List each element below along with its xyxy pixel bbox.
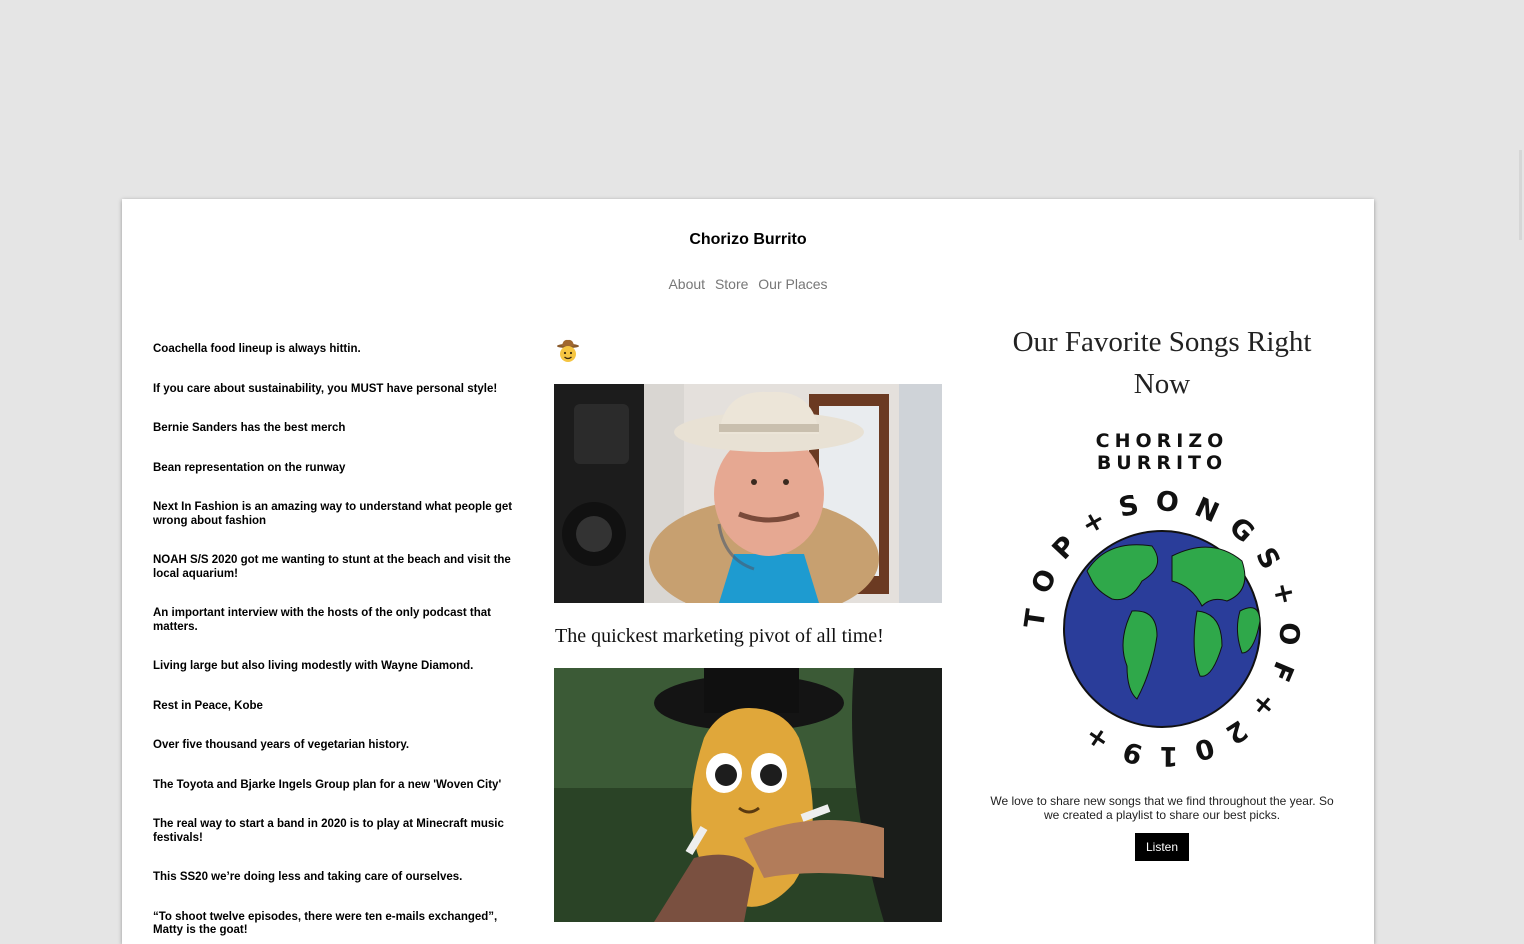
playlist-heading: Our Favorite Songs Right Now [1012,326,1312,400]
playlist-panel: Our Favorite Songs Right Now CHORIZO BUR… [978,321,1346,861]
article-link[interactable]: The real way to start a band in 2020 is … [153,818,513,845]
post-title[interactable]: The quickest marketing pivot of all time… [555,625,942,648]
article-link[interactable]: An important interview with the hosts of… [153,607,513,634]
article-link[interactable]: Rest in Peace, Kobe [153,700,513,714]
post-photo-cowboy[interactable] [554,384,942,603]
article-link[interactable]: This SS20 we’re doing less and taking ca… [153,871,513,885]
playlist-blurb: We love to share new songs that we find … [990,794,1334,822]
article-link[interactable]: The Toyota and Bjarke Ingels Group plan … [153,779,513,793]
article-link[interactable]: Bernie Sanders has the best merch [153,422,513,436]
article-link[interactable]: Bean representation on the runway [153,462,513,476]
nav-about[interactable]: About [668,276,705,292]
article-link[interactable]: Next In Fashion is an amazing way to und… [153,501,513,528]
scrollbar[interactable] [1519,150,1522,240]
cowboy-face-icon [557,339,579,362]
main-nav: About Store Our Places [122,276,1374,292]
article-link[interactable]: If you care about sustainability, you MU… [153,383,513,397]
listen-button[interactable]: Listen [1134,833,1190,861]
article-list: Coachella food lineup is always hittin. … [153,343,513,944]
article-link[interactable]: NOAH S/S 2020 got me wanting to stunt at… [153,554,513,581]
nav-our-places[interactable]: Our Places [758,276,827,292]
cover-brand-line2: BURRITO [1097,452,1227,474]
article-link[interactable]: Over five thousand years of vegetarian h… [153,739,513,753]
playlist-cover-image[interactable]: CHORIZO BURRITO TOP+SONGS+OF+2019+ [1012,421,1312,771]
article-link[interactable]: Coachella food lineup is always hittin. [153,343,513,357]
site-title[interactable]: Chorizo Burrito [122,231,1374,249]
page-card: Chorizo Burrito About Store Our Places C… [122,199,1374,944]
post-photo-peanut[interactable] [554,668,942,922]
nav-store[interactable]: Store [715,276,748,292]
cover-brand-line1: CHORIZO [1096,430,1229,452]
article-link[interactable]: Living large but also living modestly wi… [153,660,513,674]
article-link[interactable]: “To shoot twelve episodes, there were te… [153,911,513,938]
feed: The quickest marketing pivot of all time… [554,339,942,922]
